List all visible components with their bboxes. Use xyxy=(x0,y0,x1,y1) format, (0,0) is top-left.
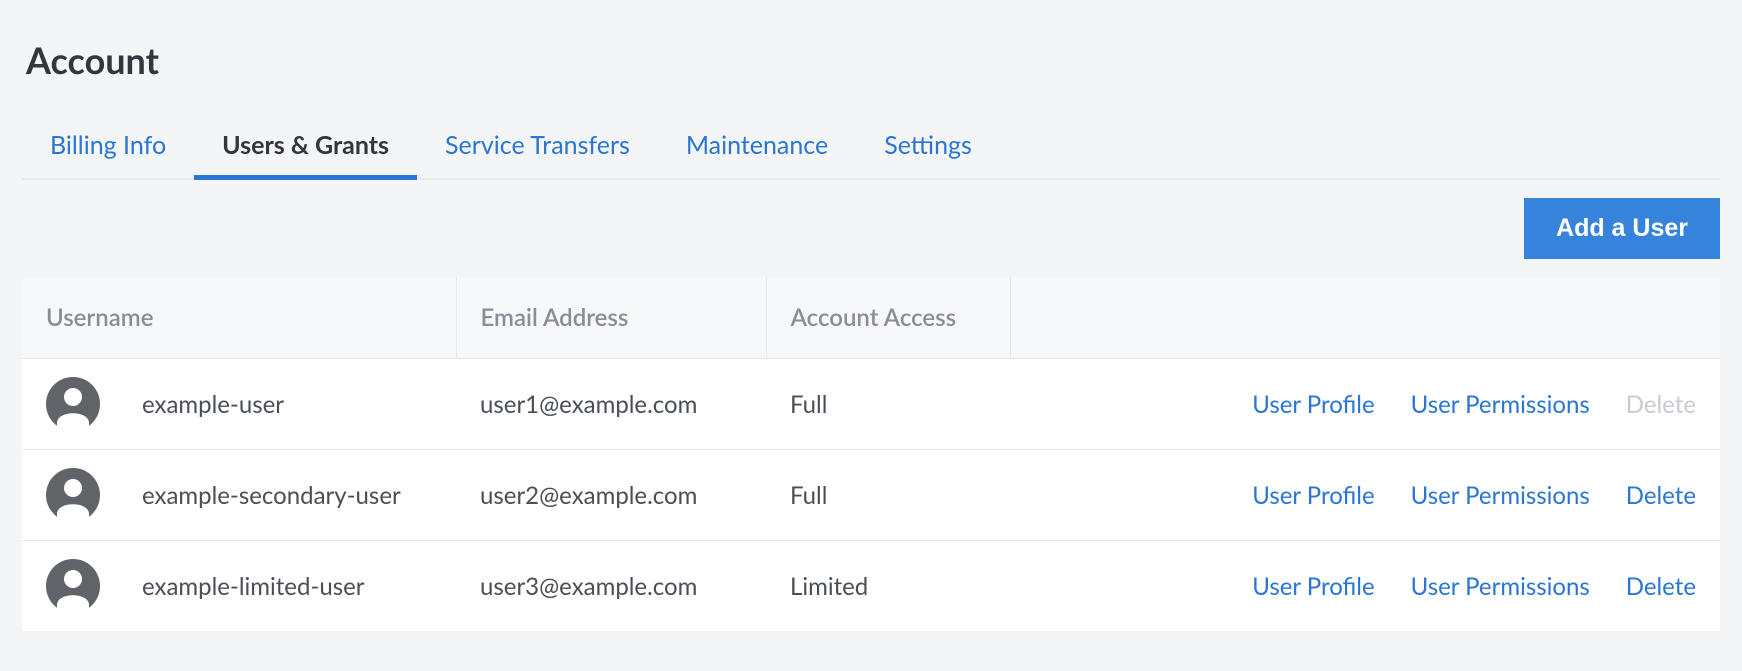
avatar-icon xyxy=(46,559,100,613)
access-cell: Limited xyxy=(766,541,1010,632)
avatar-icon xyxy=(46,377,100,431)
tab-users-grants[interactable]: Users & Grants xyxy=(194,120,417,178)
add-user-button[interactable]: Add a User xyxy=(1524,198,1720,259)
col-header-email: Email Address xyxy=(456,277,766,359)
username-cell: example-secondary-user xyxy=(142,481,401,510)
access-cell: Full xyxy=(766,359,1010,450)
col-header-username: Username xyxy=(22,277,456,359)
user-permissions-link[interactable]: User Permissions xyxy=(1411,481,1590,510)
tab-maintenance[interactable]: Maintenance xyxy=(658,120,856,178)
user-permissions-link[interactable]: User Permissions xyxy=(1411,572,1590,601)
delete-link[interactable]: Delete xyxy=(1626,572,1696,601)
table-row: example-secondary-user user2@example.com… xyxy=(22,450,1720,541)
col-header-actions xyxy=(1010,277,1720,359)
page-title: Account xyxy=(26,38,1716,82)
email-cell: user2@example.com xyxy=(456,450,766,541)
access-cell: Full xyxy=(766,450,1010,541)
table-row: example-user user1@example.com Full User… xyxy=(22,359,1720,450)
user-permissions-link[interactable]: User Permissions xyxy=(1411,390,1590,419)
username-cell: example-limited-user xyxy=(142,572,365,601)
avatar-icon xyxy=(46,468,100,522)
delete-link[interactable]: Delete xyxy=(1626,481,1696,510)
user-profile-link[interactable]: User Profile xyxy=(1252,390,1374,419)
tab-settings[interactable]: Settings xyxy=(856,120,1000,178)
users-table: Username Email Address Account Access ex… xyxy=(22,277,1720,631)
user-profile-link[interactable]: User Profile xyxy=(1252,481,1374,510)
table-row: example-limited-user user3@example.com L… xyxy=(22,541,1720,632)
tab-billing-info[interactable]: Billing Info xyxy=(22,120,194,178)
email-cell: user3@example.com xyxy=(456,541,766,632)
action-bar: Add a User xyxy=(22,198,1720,259)
email-cell: user1@example.com xyxy=(456,359,766,450)
tabs-bar: Billing Info Users & Grants Service Tran… xyxy=(22,120,1720,180)
col-header-access: Account Access xyxy=(766,277,1010,359)
user-profile-link[interactable]: User Profile xyxy=(1252,572,1374,601)
username-cell: example-user xyxy=(142,390,284,419)
delete-link: Delete xyxy=(1626,390,1696,419)
tab-service-transfers[interactable]: Service Transfers xyxy=(417,120,658,178)
